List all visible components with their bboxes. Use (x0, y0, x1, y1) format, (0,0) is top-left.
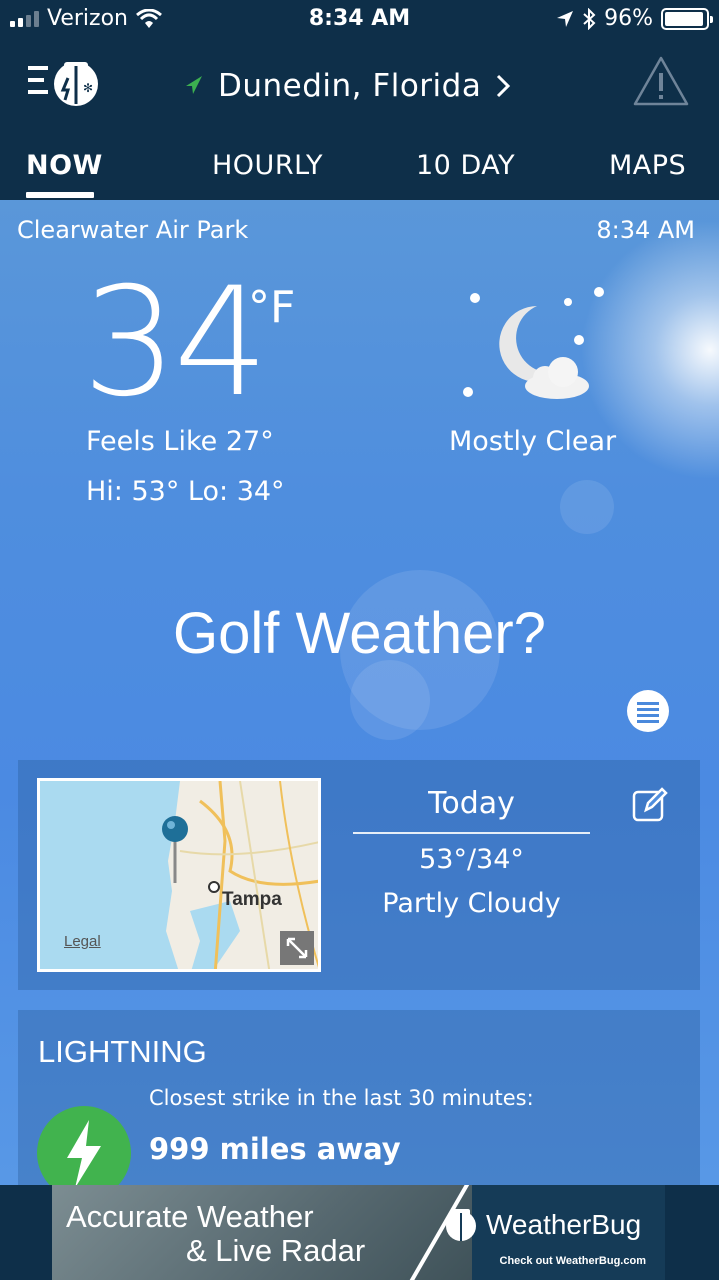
ad-banner[interactable]: Accurate Weather & Live Radar WeatherBug… (52, 1185, 665, 1280)
map-pin-icon (162, 816, 188, 883)
station-name[interactable]: Clearwater Air Park (17, 216, 248, 244)
active-tab-indicator (26, 192, 94, 198)
chevron-right-icon (497, 74, 511, 98)
location-selector[interactable]: Dunedin, Florida (180, 68, 511, 104)
ad-banner-bar: Accurate Weather & Live Radar WeatherBug… (0, 1185, 719, 1280)
lightning-bolt-icon (37, 1106, 131, 1185)
forecast-day: Today (428, 786, 515, 821)
tab-now[interactable]: NOW (26, 150, 103, 181)
golf-weather-promo[interactable]: Golf Weather? (0, 600, 719, 667)
mini-map[interactable]: Tampa Legal (37, 778, 321, 972)
forecast-condition: Partly Cloudy (382, 888, 561, 919)
lightning-subtitle: Closest strike in the last 30 minutes: (149, 1086, 534, 1110)
tab-maps[interactable]: MAPS (609, 150, 686, 181)
feels-like: Feels Like 27° (86, 426, 274, 457)
observation-time: 8:34 AM (596, 216, 695, 244)
svg-text:✻: ✻ (83, 81, 93, 95)
weatherbug-logo-icon (446, 1209, 476, 1241)
menu-logo-icon[interactable]: ✻ (28, 54, 102, 110)
location-label: Dunedin, Florida (218, 68, 482, 104)
alert-warning-icon[interactable] (632, 55, 690, 107)
lens-flare (350, 660, 430, 740)
temperature-unit: °F (248, 282, 296, 333)
list-view-button[interactable] (627, 690, 669, 732)
map-city-label: Tampa (222, 889, 282, 910)
app-header: ✻ Dunedin, Florida NOW HOURLY 10 DAY MAP… (0, 40, 719, 200)
current-temperature: 34 (82, 256, 269, 430)
map-legal-link[interactable]: Legal (64, 933, 101, 950)
status-bar: Verizon 8:34 AM 96% (0, 0, 719, 40)
moon-cloud-icon (463, 287, 604, 399)
forecast-card[interactable]: Tampa Legal Today 53°/34° Partly Cloudy (18, 760, 700, 990)
edit-icon[interactable] (632, 786, 668, 822)
lightning-distance: 999 miles away (149, 1132, 401, 1166)
location-services-icon (557, 10, 574, 27)
status-right: 96% (556, 6, 713, 31)
tampa-marker (208, 881, 220, 893)
now-panel: Clearwater Air Park 8:34 AM 34 °F Feels … (0, 200, 719, 1185)
battery-percent: 96% (604, 6, 653, 31)
forecast-divider (353, 832, 590, 834)
location-arrow-icon (186, 76, 202, 94)
ad-brand: WeatherBug (486, 1209, 642, 1240)
bluetooth-icon (583, 7, 596, 30)
forecast-hi-lo: 53°/34° (419, 844, 524, 875)
ad-headline-1: Accurate Weather (66, 1199, 314, 1234)
ad-headline-2: & Live Radar (186, 1233, 366, 1268)
expand-map-icon[interactable] (280, 931, 314, 965)
lightning-card[interactable]: LIGHTNING Closest strike in the last 30 … (18, 1010, 700, 1185)
lightning-title: LIGHTNING (38, 1034, 207, 1069)
battery-icon (661, 7, 713, 30)
ad-subtext: Check out WeatherBug.com (499, 1255, 647, 1267)
tab-10-day[interactable]: 10 DAY (416, 150, 515, 181)
hi-lo: Hi: 53° Lo: 34° (86, 476, 285, 507)
lens-flare (560, 480, 614, 534)
current-condition: Mostly Clear (449, 426, 617, 457)
tab-hourly[interactable]: HOURLY (212, 150, 323, 181)
tab-bar: NOW HOURLY 10 DAY MAPS (0, 144, 719, 200)
